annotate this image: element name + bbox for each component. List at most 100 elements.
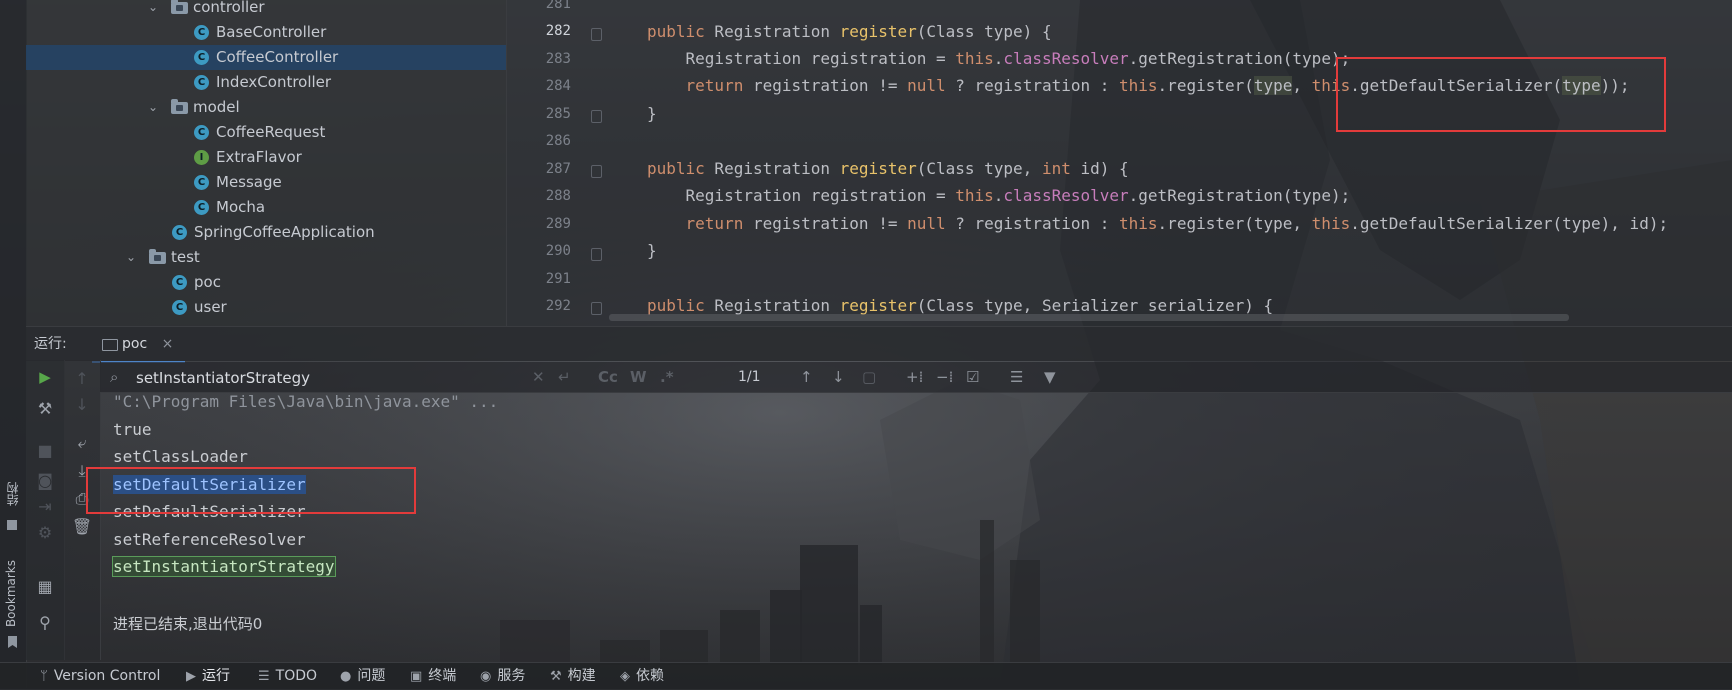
status-item-run[interactable]: ▶ 运行 xyxy=(186,663,230,690)
tree-item-label: controller xyxy=(193,0,265,16)
search-icon[interactable]: ⌕ xyxy=(110,366,118,388)
fold-marker-icon[interactable] xyxy=(591,110,602,123)
trash-icon[interactable]: 🗑 xyxy=(63,514,101,540)
chevron-down-icon[interactable]: ⌄ xyxy=(146,0,160,20)
line-number: 281 xyxy=(545,0,571,12)
tree-item-controller[interactable]: ⌄ controller xyxy=(26,0,506,20)
camera-icon[interactable]: ◙ xyxy=(26,468,64,494)
match-count: 1/1 xyxy=(738,369,761,385)
tree-item-extraflavor[interactable]: I ExtraFlavor xyxy=(26,145,506,170)
code-line: } xyxy=(647,241,657,260)
horizontal-scrollbar[interactable] xyxy=(609,314,1569,321)
line-number: 283 xyxy=(545,51,571,67)
console-output[interactable]: "C:\Program Files\Java\bin\java.exe" ...… xyxy=(100,392,1732,660)
services-icon: ◉ xyxy=(480,669,492,684)
tree-item-coffeerequest[interactable]: C CoffeeRequest xyxy=(26,120,506,145)
wrench-icon[interactable]: ⚒ xyxy=(26,396,64,422)
tree-item-label: test xyxy=(171,248,200,266)
stop-icon[interactable]: ■ xyxy=(26,438,64,464)
select-occurrences-icon[interactable]: ☑ xyxy=(966,366,979,388)
chevron-down-icon[interactable]: ⌄ xyxy=(146,95,160,120)
run-tab-poc[interactable]: poc × xyxy=(92,327,186,363)
whole-word-toggle[interactable]: W xyxy=(630,366,647,388)
fold-marker-icon[interactable] xyxy=(591,165,602,178)
tree-item-user[interactable]: C user xyxy=(26,295,506,320)
status-item-terminal[interactable]: ▣ 终端 xyxy=(410,663,456,690)
newline-icon[interactable]: ↵ xyxy=(558,366,571,388)
tree-item-mocha[interactable]: C Mocha xyxy=(26,195,506,220)
next-match-icon[interactable]: ↓ xyxy=(832,366,845,388)
line-number: 292 xyxy=(545,298,571,314)
fold-marker-icon[interactable] xyxy=(591,248,602,261)
status-item-services[interactable]: ◉ 服务 xyxy=(480,663,525,690)
problems-icon: ● xyxy=(340,669,352,684)
layout-icon[interactable]: ▦ xyxy=(26,574,64,600)
status-item-version-control[interactable]: ᛘ Version Control xyxy=(40,663,160,690)
regex-toggle[interactable]: .* xyxy=(660,366,674,388)
code-line: } xyxy=(647,104,657,123)
pin-icon[interactable]: ⚲ xyxy=(26,610,64,636)
previous-match-icon[interactable]: ↑ xyxy=(800,366,813,388)
search-match: setInstantiatorStrategy xyxy=(112,556,336,577)
search-input[interactable] xyxy=(134,364,558,392)
list-icon: ☰ xyxy=(258,669,270,684)
filter-lines-icon[interactable]: ☰ xyxy=(1010,366,1023,388)
tree-item-poc[interactable]: C poc xyxy=(26,270,506,295)
folder-icon xyxy=(149,249,166,264)
run-toolbar: ▶ ⚒ ■ ◙ ⇥ ⚙ ▦ ⚲ xyxy=(26,360,65,660)
console-icon xyxy=(102,339,118,351)
arrow-down-icon[interactable]: ↓ xyxy=(63,392,101,418)
code-editor[interactable]: 281 282 283 284 285 286 287 288 289 290 … xyxy=(506,0,1732,326)
add-occurrence-icon[interactable]: +⁞ xyxy=(906,366,923,388)
main-class-icon: C xyxy=(172,225,187,240)
annotation-box-editor xyxy=(1336,57,1666,132)
status-item-dependencies[interactable]: ◈ 依赖 xyxy=(620,663,664,690)
select-all-icon[interactable]: ▢ xyxy=(862,366,876,388)
match-case-toggle[interactable]: Cc xyxy=(598,366,618,388)
tree-item-springcoffeeapplication[interactable]: C SpringCoffeeApplication xyxy=(26,220,506,245)
chevron-down-icon[interactable]: ⌄ xyxy=(124,245,138,270)
structure-tool-label[interactable]: 结构 xyxy=(4,482,21,506)
exit-icon[interactable]: ⇥ xyxy=(26,494,64,520)
tree-item-label: CoffeeController xyxy=(216,48,339,66)
interface-icon: I xyxy=(194,150,209,165)
structure-icon xyxy=(7,520,17,530)
class-icon: C xyxy=(194,125,209,140)
dependencies-icon: ◈ xyxy=(620,669,630,684)
status-item-build[interactable]: ⚒ 构建 xyxy=(550,663,596,690)
terminal-icon: ▣ xyxy=(410,669,423,684)
close-icon[interactable]: × xyxy=(162,336,174,352)
tree-item-indexcontroller[interactable]: C IndexController xyxy=(26,70,506,95)
soft-wrap-icon[interactable]: ⤶ xyxy=(63,430,101,456)
tree-item-label: CoffeeRequest xyxy=(216,123,326,141)
remove-occurrence-icon[interactable]: −⁞ xyxy=(936,366,953,388)
tree-item-test[interactable]: ⌄ test xyxy=(26,245,506,270)
status-item-problems[interactable]: ● 问题 xyxy=(340,663,385,690)
line-number: 288 xyxy=(545,188,571,204)
clear-search-icon[interactable]: ✕ xyxy=(532,366,545,388)
line-number: 286 xyxy=(545,133,571,149)
tree-item-label: BaseController xyxy=(216,23,327,41)
arrow-up-icon[interactable]: ↑ xyxy=(63,366,101,392)
line-number: 287 xyxy=(545,161,571,177)
tree-item-message[interactable]: C Message xyxy=(26,170,506,195)
class-icon: C xyxy=(194,75,209,90)
tree-item-model[interactable]: ⌄ model xyxy=(26,95,506,120)
fold-marker-icon[interactable] xyxy=(591,28,602,41)
fold-marker-icon[interactable] xyxy=(591,302,602,315)
bookmarks-tool-label[interactable]: Bookmarks xyxy=(4,560,18,627)
filter-icon[interactable]: ▼ xyxy=(1044,366,1056,388)
tree-item-label: Message xyxy=(216,173,282,191)
rerun-icon[interactable]: ▶ xyxy=(26,364,64,390)
tree-item-coffeecontroller[interactable]: C CoffeeController xyxy=(26,45,506,70)
status-item-todo[interactable]: ☰ TODO xyxy=(258,663,317,690)
settings-icon[interactable]: ⚙ xyxy=(26,520,64,546)
console-line-command: "C:\Program Files\Java\bin\java.exe" ... xyxy=(113,392,499,411)
code-line: public Registration register(Class type,… xyxy=(647,296,1274,315)
tree-item-label: user xyxy=(194,298,227,316)
tree-item-basecontroller[interactable]: C BaseController xyxy=(26,20,506,45)
line-number: 290 xyxy=(545,243,571,259)
branch-icon: ᛘ xyxy=(40,669,48,684)
folder-icon xyxy=(171,0,188,14)
tree-item-label: poc xyxy=(194,273,221,291)
